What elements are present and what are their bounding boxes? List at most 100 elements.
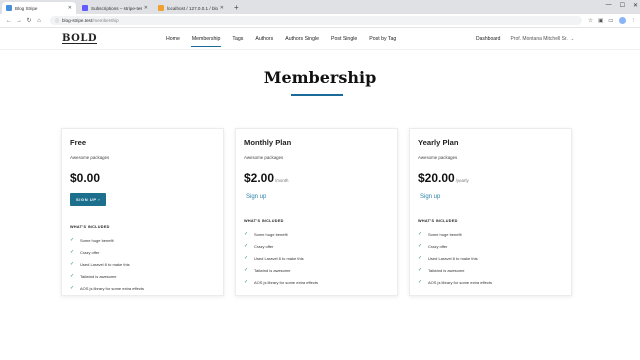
nav-right: Dashboard Prof. Montana Mitchell Sr. ⌄: [476, 28, 574, 50]
nav-link-post-by-tag[interactable]: Post by Tag: [363, 28, 402, 50]
included-heading: WHAT'S INCLUDED: [244, 219, 284, 223]
check-icon: ✓: [418, 231, 423, 237]
info-icon[interactable]: ⓘ: [55, 18, 59, 24]
user-menu[interactable]: Prof. Montana Mitchell Sr. ⌄: [510, 36, 574, 42]
feature-item: ✓ Used Laravel 8 to make this: [70, 258, 215, 270]
menu-icon[interactable]: ⋮: [631, 18, 637, 24]
main-nav: Home Membership Tags Authors Authors Sin…: [160, 28, 402, 50]
dashboard-link[interactable]: Dashboard: [476, 36, 500, 42]
feature-text: Crazy offer: [428, 243, 448, 249]
check-icon: ✓: [244, 231, 249, 237]
plan-price: $2.00/month: [244, 171, 389, 185]
extension-icon[interactable]: ▣: [598, 18, 603, 24]
feature-text: Some huge benefit: [428, 231, 462, 237]
nav-link-authors[interactable]: Authors: [249, 28, 279, 50]
chevron-right-icon: ›: [98, 197, 101, 202]
toolbar-actions: ☆ ▣ ▭ ⋮: [588, 17, 636, 24]
feature-item: ✓ Some huge benefit: [418, 228, 563, 240]
bookmark-star-icon[interactable]: ☆: [588, 18, 593, 24]
feature-text: Some huge benefit: [254, 231, 288, 237]
favicon-icon: [158, 5, 164, 11]
check-icon: ✓: [70, 249, 75, 255]
feature-item: ✓ AOS js library for some extra effects: [244, 276, 389, 288]
feature-item: ✓ Crazy offer: [70, 246, 215, 258]
close-window-icon[interactable]: ✕: [633, 2, 638, 9]
close-tab-icon[interactable]: ✕: [220, 5, 224, 11]
browser-tab-blog-stripe[interactable]: Blog Stripe ✕: [2, 2, 76, 14]
feature-text: Used Laravel 8 to make this: [80, 261, 130, 267]
address-bar[interactable]: ⓘ blog-stripe.test/membership: [50, 16, 583, 25]
feature-text: AOS js library for some extra effects: [80, 285, 144, 291]
site-header: BOLD Home Membership Tags Authors Author…: [0, 28, 640, 50]
new-tab-button[interactable]: +: [230, 2, 243, 14]
sign-up-label: SIGN UP: [76, 197, 97, 202]
nav-link-post-single[interactable]: Post Single: [325, 28, 363, 50]
feature-list: ✓ Some huge benefit ✓ Crazy offer ✓ Used La…: [244, 228, 389, 288]
check-icon: ✓: [418, 279, 423, 285]
sign-up-link[interactable]: Sign up: [420, 194, 440, 200]
close-tab-icon[interactable]: ✕: [68, 5, 72, 11]
favicon-icon: [82, 5, 88, 11]
plan-name: Monthly Plan: [244, 138, 292, 147]
title-underline: [291, 94, 343, 96]
feature-item: ✓ Tailwind is awesome: [70, 270, 215, 282]
price-period: /month: [275, 178, 289, 183]
window-controls: — ☐ ✕: [606, 2, 638, 9]
back-icon[interactable]: ←: [4, 18, 14, 24]
site-logo[interactable]: BOLD: [62, 33, 98, 44]
profile-avatar[interactable]: [618, 17, 626, 24]
browser-tab-strip: Blog Stripe ✕ Subscriptions – stripe-tes…: [0, 0, 640, 14]
favicon-icon: [6, 5, 12, 11]
nav-link-tags[interactable]: Tags: [226, 28, 249, 50]
feature-text: AOS js library for some extra effects: [254, 279, 318, 285]
user-name: Prof. Montana Mitchell Sr.: [510, 36, 568, 42]
sign-up-link[interactable]: Sign up: [246, 194, 266, 200]
plan-price: $0.00: [70, 171, 215, 185]
check-icon: ✓: [244, 279, 249, 285]
chevron-down-icon: ⌄: [570, 36, 575, 41]
feature-text: Crazy offer: [80, 249, 100, 255]
plan-description: Awesome packages: [418, 155, 458, 160]
check-icon: ✓: [418, 255, 423, 261]
feature-text: Used Laravel 8 to make this: [254, 255, 304, 261]
price-period: /yearly: [455, 178, 469, 183]
check-icon: ✓: [70, 261, 75, 267]
browser-toolbar: ← → ↻ ⌂ ⓘ blog-stripe.test/membership ☆ …: [0, 14, 640, 28]
forward-icon[interactable]: →: [14, 18, 24, 24]
feature-text: Tailwind is awesome: [80, 273, 117, 279]
check-icon: ✓: [70, 237, 75, 243]
plan-description: Awesome packages: [244, 155, 284, 160]
url-path: /membership: [92, 18, 119, 23]
home-icon[interactable]: ⌂: [34, 18, 44, 24]
plan-card-yearly: Yearly Plan Awesome packages $20.00/year…: [409, 128, 572, 296]
close-tab-icon[interactable]: ✕: [144, 5, 148, 11]
tab-title: localhost / 127.0.0.1 / blog-str: [167, 5, 218, 11]
sign-up-button[interactable]: SIGN UP ›: [70, 193, 107, 206]
feature-item: ✓ AOS js library for some extra effects: [418, 276, 563, 288]
included-heading: WHAT'S INCLUDED: [70, 225, 110, 229]
reload-icon[interactable]: ↻: [24, 17, 34, 24]
nav-link-membership[interactable]: Membership: [186, 28, 227, 50]
tab-search-icon[interactable]: ▭: [608, 18, 613, 24]
price-amount: $2.00: [244, 171, 275, 185]
nav-link-home[interactable]: Home: [160, 28, 186, 50]
browser-tab-localhost[interactable]: localhost / 127.0.0.1 / blog-str ✕: [154, 2, 228, 14]
feature-item: ✓ Crazy offer: [418, 240, 563, 252]
check-icon: ✓: [244, 255, 249, 261]
plan-price: $20.00/yearly: [418, 171, 563, 185]
browser-tab-subscriptions[interactable]: Subscriptions – stripe-test – St ✕: [78, 2, 152, 14]
check-icon: ✓: [418, 267, 423, 273]
tab-title: Subscriptions – stripe-test – St: [91, 5, 142, 11]
feature-item: ✓ Tailwind is awesome: [244, 264, 389, 276]
feature-text: Used Laravel 8 to make this: [428, 255, 478, 261]
plan-card-monthly: Monthly Plan Awesome packages $2.00/mont…: [235, 128, 398, 296]
price-amount: $0.00: [70, 171, 101, 185]
feature-text: AOS js library for some extra effects: [428, 279, 492, 285]
check-icon: ✓: [244, 243, 249, 249]
nav-link-authors-single[interactable]: Authors Single: [279, 28, 325, 50]
minimize-icon[interactable]: —: [606, 2, 612, 9]
tab-title: Blog Stripe: [15, 5, 38, 11]
check-icon: ✓: [70, 285, 75, 291]
check-icon: ✓: [244, 267, 249, 273]
maximize-icon[interactable]: ☐: [620, 2, 625, 9]
